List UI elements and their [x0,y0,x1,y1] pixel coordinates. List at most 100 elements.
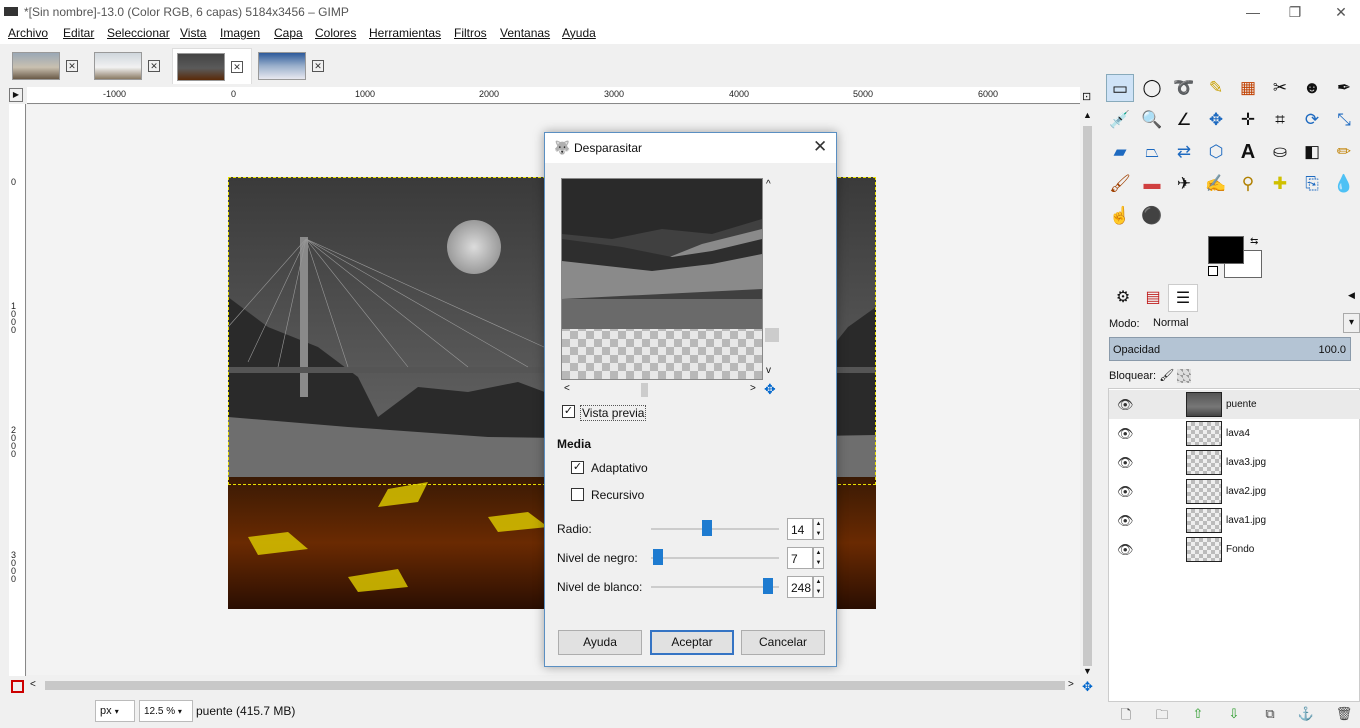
eye-icon[interactable]: 👁 [1117,426,1134,442]
vertical-scrollbar[interactable]: ▲ ▼ [1081,110,1095,676]
black-level-slider-handle[interactable] [653,549,663,565]
airbrush-tool-icon[interactable]: ✈ [1170,170,1198,198]
image-tab-4[interactable]: ✕ [254,48,334,84]
close-window-button[interactable]: ✕ [1330,2,1352,22]
scroll-left-icon[interactable]: < [30,679,36,690]
image-tab-2[interactable]: ✕ [90,48,170,84]
tool-options-tab-icon[interactable]: ⚙ [1108,284,1138,312]
paths-tool-icon[interactable]: ✒ [1330,74,1358,102]
unit-select[interactable]: px ▾ [95,700,135,722]
select-by-color-tool-icon[interactable]: ▦ [1234,74,1262,102]
zoom-follow-icon[interactable]: ⊡ [1082,90,1091,103]
horizontal-scroll-thumb[interactable] [45,681,1065,690]
raise-layer-icon[interactable]: ⇧ [1188,706,1208,724]
free-select-tool-icon[interactable]: ➰ [1170,74,1198,102]
flip-tool-icon[interactable]: ⇄ [1170,138,1198,166]
anchor-layer-icon[interactable]: ⚓ [1296,706,1316,724]
help-button[interactable]: Ayuda [558,630,642,655]
layer-row[interactable]: 👁 lava2.jpg [1109,477,1360,506]
foreground-select-tool-icon[interactable]: ☻ [1298,74,1326,102]
ellipse-select-tool-icon[interactable]: ◯ [1138,74,1166,102]
zoom-tool-icon[interactable]: 🔍 [1138,106,1166,134]
menu-vista[interactable]: Vista [180,26,206,40]
layer-row[interactable]: 👁 lava1.jpg [1109,506,1360,535]
dock-menu-icon[interactable]: ◀ [1348,290,1355,301]
white-level-slider-handle[interactable] [763,578,773,594]
quick-mask-toggle[interactable] [11,680,24,693]
preview-vscroll-thumb[interactable] [765,328,779,342]
navigate-icon[interactable]: ✥ [764,381,776,398]
bucket-fill-tool-icon[interactable]: ⛀ [1266,138,1294,166]
eye-icon[interactable]: 👁 [1117,397,1134,413]
layer-row[interactable]: 👁 Fondo [1109,535,1360,564]
clone-tool-icon[interactable]: ⚲ [1234,170,1262,198]
foreground-color-swatch[interactable] [1208,236,1244,264]
black-level-slider-track[interactable] [651,557,779,559]
radius-spin-arrows[interactable]: ▲ ▼ [813,518,824,540]
maximize-button[interactable]: ❐ [1284,2,1306,22]
chevron-down-icon[interactable]: ▾ [1343,313,1360,333]
measure-tool-icon[interactable]: ∠ [1170,106,1198,134]
shear-tool-icon[interactable]: ▰ [1106,138,1134,166]
eye-icon[interactable]: 👁 [1117,484,1134,500]
scroll-right-icon[interactable]: > [1068,679,1074,690]
chevron-down-icon[interactable]: v [766,365,771,376]
scroll-down-icon[interactable]: ▼ [1083,666,1092,676]
white-level-spinbox[interactable]: 248 [787,576,813,598]
horizontal-scrollbar[interactable]: < > [30,678,1080,694]
layers-tab-icon[interactable]: ☰ [1168,284,1198,312]
preview-label[interactable]: Vista previa [580,405,647,421]
swap-colors-icon[interactable]: ⇆ [1250,236,1258,247]
recursive-checkbox[interactable] [571,488,584,501]
cage-transform-tool-icon[interactable]: ⬡ [1202,138,1230,166]
layer-row[interactable]: 👁 lava3.jpg [1109,448,1360,477]
lock-alpha-icon[interactable] [1177,369,1192,384]
scissors-select-tool-icon[interactable]: ✂ [1266,74,1294,102]
close-tab-icon[interactable]: ✕ [148,60,160,72]
crop-tool-icon[interactable]: ⌗ [1266,106,1294,134]
menu-colores[interactable]: Colores [315,26,356,40]
default-colors-icon[interactable] [1208,266,1218,276]
black-level-spinbox[interactable]: 7 [787,547,813,569]
perspective-clone-tool-icon[interactable]: ⎘ [1298,170,1326,198]
pencil-tool-icon[interactable]: ✏ [1330,138,1358,166]
ink-tool-icon[interactable]: ✍ [1202,170,1230,198]
menu-herramientas[interactable]: Herramientas [369,26,441,40]
white-level-spin-arrows[interactable]: ▲ ▼ [813,576,824,598]
menu-capa[interactable]: Capa [274,26,303,40]
blend-tool-icon[interactable]: ◧ [1298,138,1326,166]
eye-icon[interactable]: 👁 [1117,513,1134,529]
layer-row[interactable]: 👁 puente [1109,390,1360,419]
ruler-corner-button[interactable]: ▶ [9,88,23,102]
menu-imagen[interactable]: Imagen [220,26,260,40]
ok-button[interactable]: Aceptar [650,630,734,655]
scale-tool-icon[interactable]: ⤡ [1330,106,1358,134]
eraser-tool-icon[interactable]: ▬ [1138,170,1166,198]
opacity-slider[interactable]: Opacidad 100.0 [1109,337,1351,361]
align-tool-icon[interactable]: ✛ [1234,106,1262,134]
adaptive-checkbox[interactable]: ✓ [571,461,584,474]
preview-checkbox[interactable]: ✓ [562,405,575,418]
chevron-up-icon[interactable]: ^ [766,179,771,190]
smudge-tool-icon[interactable]: ☝ [1106,202,1134,230]
eye-icon[interactable]: 👁 [1117,455,1134,471]
blur-tool-icon[interactable]: 💧 [1330,170,1358,198]
new-layer-group-icon[interactable]: 🗀 [1152,706,1172,724]
menu-ayuda[interactable]: Ayuda [562,26,596,40]
move-tool-icon[interactable]: ✥ [1202,106,1230,134]
image-tab-1[interactable]: ✕ [8,48,88,84]
navigate-icon[interactable]: ✥ [1082,679,1093,695]
fuzzy-select-tool-icon[interactable]: ✎ [1202,74,1230,102]
close-icon[interactable]: ✕ [813,137,827,157]
menu-filtros[interactable]: Filtros [454,26,487,40]
rect-select-tool-icon[interactable]: ▭ [1106,74,1134,102]
chevron-right-icon[interactable]: > [750,383,756,394]
radius-slider-track[interactable] [651,528,779,530]
menu-seleccionar[interactable]: Seleccionar [107,26,170,40]
close-tab-icon[interactable]: ✕ [231,61,243,73]
text-tool-icon[interactable]: A [1234,138,1262,166]
radius-spinbox[interactable]: 14 [787,518,813,540]
scroll-up-icon[interactable]: ▲ [1083,110,1092,120]
brushes-tab-icon[interactable]: ▤ [1138,284,1168,312]
chevron-left-icon[interactable]: < [564,383,570,394]
